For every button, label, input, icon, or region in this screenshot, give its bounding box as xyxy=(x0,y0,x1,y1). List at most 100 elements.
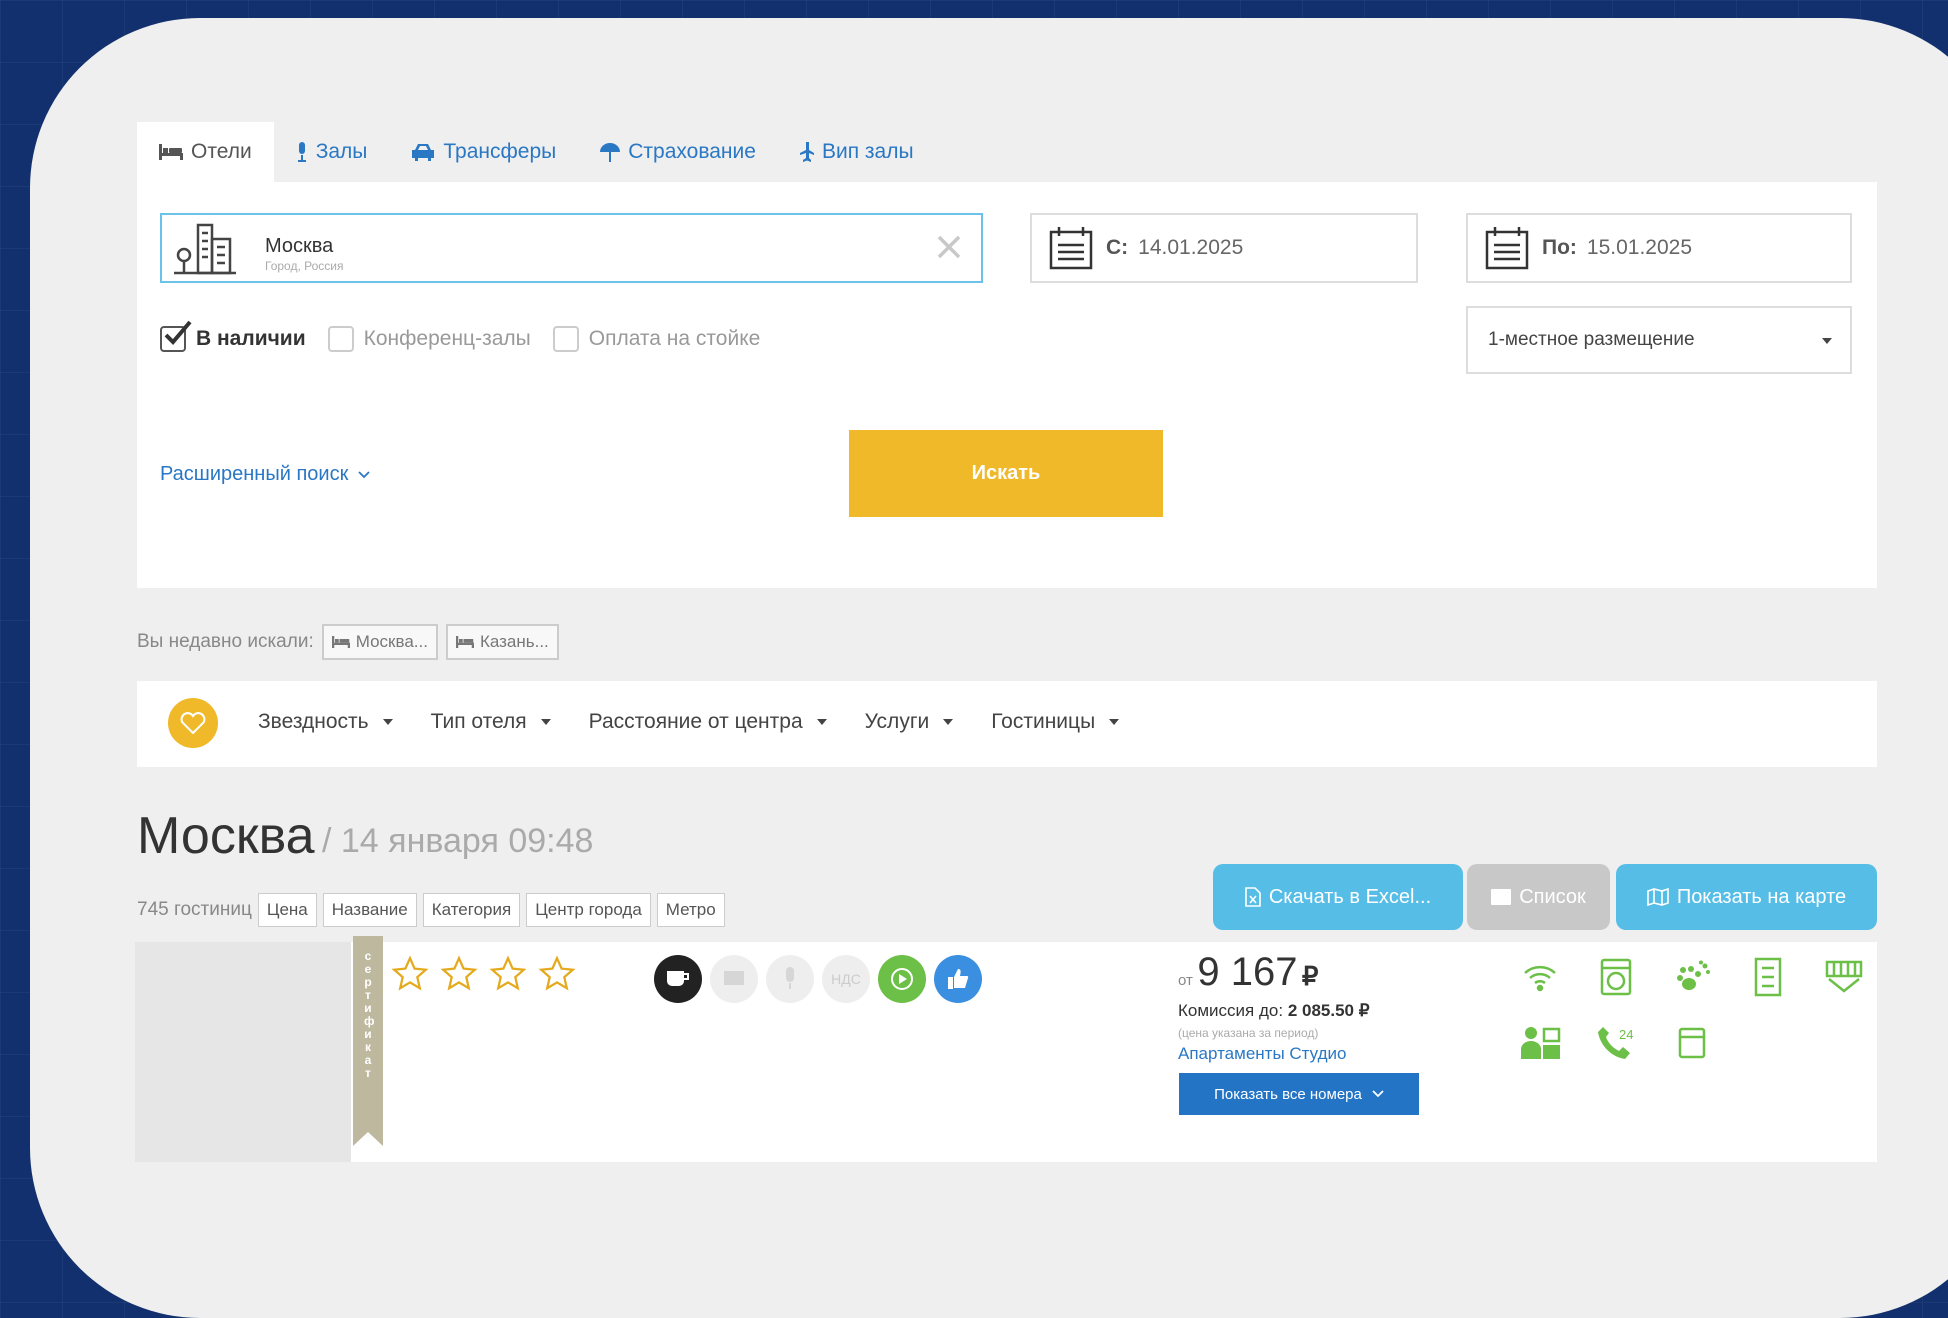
caret-down-icon xyxy=(540,719,551,725)
chevron-down-icon xyxy=(1822,338,1832,344)
download-excel-button[interactable]: Скачать в Excel... xyxy=(1213,864,1463,930)
commission-label: Комиссия до: xyxy=(1178,1001,1284,1020)
thumbs-up-icon[interactable] xyxy=(934,955,982,1003)
tab-transfers-label: Трансферы xyxy=(443,140,557,163)
accommodation-value: 1-местное размещение xyxy=(1488,329,1695,350)
heart-icon xyxy=(180,712,206,734)
accommodation-select[interactable]: 1-местное размещение xyxy=(1466,306,1852,374)
show-on-map-button[interactable]: Показать на карте xyxy=(1616,864,1877,930)
list-icon xyxy=(1491,889,1512,905)
checkbox-checked-icon xyxy=(160,320,192,352)
list-view-label: Список xyxy=(1519,885,1586,908)
microphone-icon xyxy=(297,142,306,162)
page-subtitle: / 14 января 09:48 xyxy=(322,822,594,860)
pets-icon xyxy=(1670,955,1714,999)
calendar-icon xyxy=(1485,227,1529,270)
tab-insurance-label: Страхование xyxy=(628,140,756,163)
vat-badge: НДС xyxy=(822,955,870,1003)
recent-search-label: Казань... xyxy=(479,632,549,651)
bed-icon xyxy=(159,144,183,160)
checkbox-empty-icon xyxy=(552,326,579,352)
commission: Комиссия до: 2 085.50 ₽ xyxy=(1178,1001,1370,1021)
sort-price-button[interactable]: Цена xyxy=(257,893,317,927)
filter-stars-label: Звездность xyxy=(258,710,369,733)
price-from-label: от xyxy=(1178,972,1193,989)
date-to-label: По: xyxy=(1542,236,1577,259)
date-to-field[interactable]: По: 15.01.2025 xyxy=(1466,213,1852,283)
filter-stars[interactable]: Звездность xyxy=(258,710,393,734)
hotel-stars xyxy=(391,955,576,993)
checkbox-conference-halls[interactable]: Конференц-залы xyxy=(327,326,531,352)
search-options: В наличии Конференц-залы Оплата на стойк… xyxy=(160,320,782,352)
favorites-button[interactable] xyxy=(168,698,218,748)
hotel-price: от 9 167 ₽ xyxy=(1178,950,1318,995)
sort-name-button[interactable]: Название xyxy=(322,893,417,927)
download-excel-label: Скачать в Excel... xyxy=(1268,885,1432,908)
filter-hotels[interactable]: Гостиницы xyxy=(991,710,1120,734)
plane-icon xyxy=(799,142,814,162)
tab-hotels[interactable]: Отели xyxy=(137,122,274,182)
price-note: (цена указана за период) xyxy=(1178,1026,1319,1040)
bed-icon xyxy=(331,636,350,648)
svg-text:24: 24 xyxy=(1619,1027,1633,1042)
caret-down-icon xyxy=(1109,719,1120,725)
service-tabs: Отели Залы Трансферы Страхование Вип зал… xyxy=(137,122,936,182)
recent-search-chip[interactable]: Москва... xyxy=(321,624,438,660)
play-icon[interactable] xyxy=(878,955,926,1003)
calendar-icon xyxy=(1049,227,1093,270)
currency-symbol: ₽ xyxy=(1301,961,1319,991)
tab-hotels-label: Отели xyxy=(191,140,252,163)
advanced-search-link[interactable]: Расширенный поиск xyxy=(160,463,370,486)
page-title: Москва xyxy=(137,807,315,865)
sort-category-button[interactable]: Категория xyxy=(422,893,521,927)
hotel-photo[interactable] xyxy=(135,942,351,1162)
filter-services-label: Услуги xyxy=(864,710,930,733)
hotel-amenities: НДС xyxy=(654,955,982,1003)
city-subtitle: Город, Россия xyxy=(265,259,344,273)
checkbox-pay-at-desk[interactable]: Оплата на стойке xyxy=(552,326,761,352)
tab-halls[interactable]: Залы xyxy=(274,122,390,182)
chevron-down-icon xyxy=(358,470,370,478)
sort-metro-button[interactable]: Метро xyxy=(656,893,725,927)
certificate-ribbon-text: сертификат xyxy=(364,949,375,1080)
conference-hall-icon xyxy=(1822,955,1866,999)
show-on-map-label: Показать на карте xyxy=(1676,885,1847,908)
advanced-search-label: Расширенный поиск xyxy=(160,463,349,485)
recent-search-chip[interactable]: Казань... xyxy=(445,624,559,660)
city-value: Москва xyxy=(265,235,334,257)
show-all-rooms-button[interactable]: Показать все номера xyxy=(1179,1073,1419,1115)
clear-icon[interactable] xyxy=(931,229,967,265)
search-button[interactable]: Искать xyxy=(849,430,1163,517)
recent-search-label: Москва... xyxy=(355,632,428,651)
checkbox-pay-at-desk-label: Оплата на стойке xyxy=(588,327,761,350)
price-value: 9 167 xyxy=(1197,950,1298,994)
tab-vip-halls[interactable]: Вип залы xyxy=(778,122,936,182)
certificate-ribbon: сертификат xyxy=(353,936,383,1146)
bed-icon xyxy=(455,636,474,648)
checkbox-available-label: В наличии xyxy=(196,327,306,350)
car-icon xyxy=(412,144,435,161)
filter-hotel-type[interactable]: Тип отеля xyxy=(431,710,551,734)
tab-transfers[interactable]: Трансферы xyxy=(389,122,578,182)
sort-center-button[interactable]: Центр города xyxy=(526,893,651,927)
safe-icon xyxy=(1670,1021,1714,1065)
city-buildings-icon xyxy=(174,223,236,275)
recent-searches-label: Вы недавно искали: xyxy=(137,631,314,652)
breakfast-icon xyxy=(654,955,702,1003)
show-all-rooms-label: Показать все номера xyxy=(1214,1085,1362,1103)
date-from-field[interactable]: С: 14.01.2025 xyxy=(1030,213,1418,283)
filter-hotel-type-label: Тип отеля xyxy=(430,710,527,733)
wifi-icon xyxy=(1518,955,1562,999)
checkbox-available[interactable]: В наличии xyxy=(160,320,306,352)
recent-searches: Вы недавно искали: Москва... Казань... xyxy=(137,624,559,660)
filter-services[interactable]: Услуги xyxy=(865,710,954,734)
star-icon xyxy=(391,955,429,991)
filter-distance-label: Расстояние от центра xyxy=(588,710,803,733)
tab-insurance[interactable]: Страхование xyxy=(578,122,778,182)
date-to-value: 15.01.2025 xyxy=(1586,236,1693,259)
list-view-button[interactable]: Список xyxy=(1467,864,1610,930)
filter-hotels-label: Гостиницы xyxy=(991,710,1096,733)
filter-distance[interactable]: Расстояние от центра xyxy=(589,710,827,734)
city-input[interactable]: Москва Город, Россия xyxy=(160,213,983,283)
room-type-link[interactable]: Апартаменты Студио xyxy=(1178,1044,1346,1064)
